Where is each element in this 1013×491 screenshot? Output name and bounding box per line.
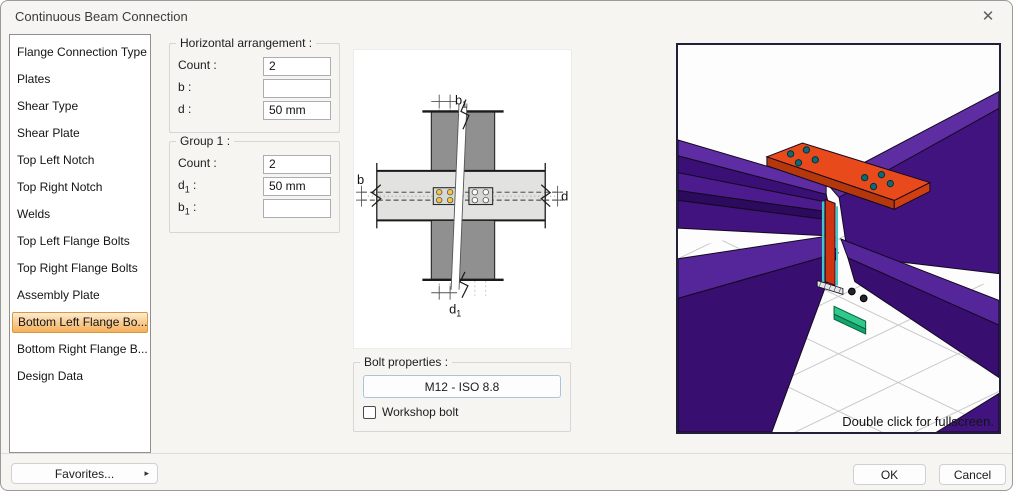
footer-divider [1,453,1012,454]
sidebar-category-list: Flange Connection Type Plates Shear Type… [9,34,151,453]
sidebar-item-shear-plate[interactable]: Shear Plate [12,123,148,144]
b1-label: b1 : [178,200,263,216]
sidebar-item-design-data[interactable]: Design Data [12,366,148,387]
favorites-label: Favorites... [55,467,114,481]
3d-preview-viewer[interactable]: Double click for fullscreen. [676,43,1001,434]
group1-legend: Group 1 : [176,134,234,148]
workshop-bolt-checkbox[interactable] [363,406,376,419]
b-label: b : [178,80,263,96]
d1-label: d1 : [178,178,263,194]
d-input[interactable] [263,101,331,120]
count-label: Count : [178,58,263,74]
sidebar-item-bottom-left-flange-bolts[interactable]: Bottom Left Flange Bo... [12,312,148,333]
sidebar-item-welds[interactable]: Welds [12,204,148,225]
sidebar-item-top-left-flange-bolts[interactable]: Top Left Flange Bolts [12,231,148,252]
horizontal-arrangement-legend: Horizontal arrangement : [176,36,316,50]
bolt-spec-button[interactable]: M12 - ISO 8.8 [363,375,561,398]
d1-input[interactable] [263,177,331,196]
group1-count-label: Count : [178,156,263,172]
3d-scene [678,45,999,432]
group1-count-input[interactable] [263,155,331,174]
titlebar: Continuous Beam Connection ✕ [1,1,1012,31]
d-label: d : [178,102,263,118]
sidebar-item-shear-type[interactable]: Shear Type [12,96,148,117]
diagram-label-b1: b1 [455,92,467,109]
sidebar-item-assembly-plate[interactable]: Assembly Plate [12,285,148,306]
connection-schematic-diagram: b1 b d d1 [353,49,572,349]
group1-group: Group 1 : Count : d1 : b1 : [169,141,340,233]
ok-button[interactable]: OK [853,464,926,485]
window-title: Continuous Beam Connection [15,9,188,24]
count-input[interactable] [263,57,331,76]
fullscreen-hint-text: Double click for fullscreen. [842,414,994,429]
favorites-arrow-icon: ▸ [144,464,149,483]
diagram-label-d1: d1 [449,302,461,319]
b-input[interactable] [263,79,331,98]
sidebar-item-flange-connection-type[interactable]: Flange Connection Type [12,42,148,63]
b1-input[interactable] [263,199,331,218]
diagram-label-b: b [357,172,364,187]
sidebar-item-top-left-notch[interactable]: Top Left Notch [12,150,148,171]
diagram-label-d: d [561,189,568,204]
dialog-continuous-beam-connection: Continuous Beam Connection ✕ Flange Conn… [0,0,1013,491]
close-icon[interactable]: ✕ [978,7,998,27]
cancel-button[interactable]: Cancel [939,464,1006,485]
schematic-svg: b1 b d d1 [354,50,571,347]
favorites-button[interactable]: Favorites... ▸ [11,463,158,484]
horizontal-arrangement-group: Horizontal arrangement : Count : b : d : [169,43,340,133]
sidebar-item-bottom-right-flange-bolts[interactable]: Bottom Right Flange B... [12,339,148,360]
bolt-properties-legend: Bolt properties : [360,355,452,369]
sidebar-item-top-right-notch[interactable]: Top Right Notch [12,177,148,198]
sidebar-item-plates[interactable]: Plates [12,69,148,90]
workshop-bolt-label[interactable]: Workshop bolt [382,405,458,419]
sidebar-item-top-right-flange-bolts[interactable]: Top Right Flange Bolts [12,258,148,279]
bolt-properties-group: Bolt properties : M12 - ISO 8.8 Workshop… [353,362,571,432]
